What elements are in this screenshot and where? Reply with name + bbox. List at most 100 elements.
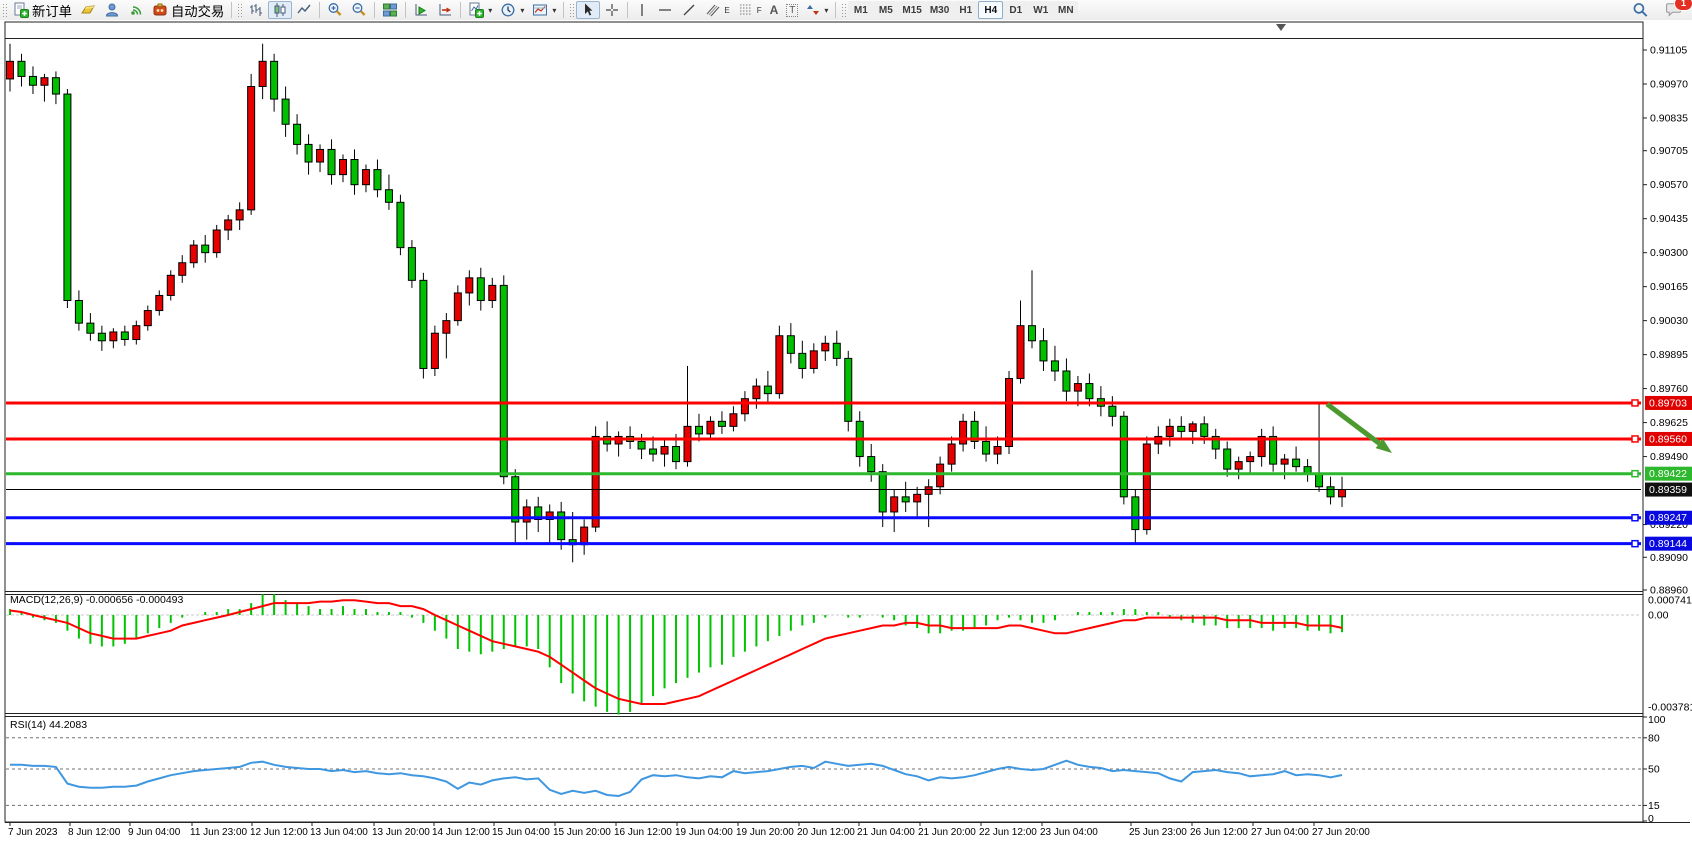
candle (695, 426, 702, 434)
svg-text:12 Jun 12:00: 12 Jun 12:00 (250, 827, 308, 838)
candlestick-chart-button[interactable] (268, 1, 292, 19)
indicators-button[interactable]: ▾ (464, 1, 496, 19)
cursor-tool-button[interactable] (576, 1, 600, 19)
svg-text:0.90705: 0.90705 (1650, 145, 1688, 157)
tab-timeframe-h1[interactable]: H1 (953, 1, 978, 19)
svg-text:0.90300: 0.90300 (1650, 247, 1688, 259)
svg-text:14 Jun 12:00: 14 Jun 12:00 (432, 827, 490, 838)
candle (1132, 497, 1139, 530)
candle (741, 399, 748, 414)
zoom-in-button[interactable] (323, 1, 347, 19)
candle (914, 494, 921, 502)
toolbar-drag-handle[interactable] (841, 3, 846, 17)
candle (1063, 371, 1070, 391)
bar-chart-button[interactable] (244, 1, 268, 19)
candle (810, 351, 817, 369)
svg-text:0.89625: 0.89625 (1650, 417, 1688, 429)
candle (994, 447, 1001, 455)
candle (868, 457, 875, 472)
svg-text:26 Jun 12:00: 26 Jun 12:00 (1190, 827, 1248, 838)
tab-timeframe-m1[interactable]: M1 (848, 1, 873, 19)
candle (1327, 487, 1334, 497)
arrows-tool-button[interactable]: ▾ (802, 1, 832, 19)
candle (638, 441, 645, 449)
price-line-handle[interactable] (1632, 515, 1638, 521)
text-label-tool-icon: T (786, 4, 798, 17)
search-button[interactable] (1628, 1, 1653, 19)
vertical-line-tool-button[interactable] (631, 1, 653, 19)
toolbar-drag-handle[interactable] (2, 3, 7, 17)
candle (397, 202, 404, 247)
candle (833, 343, 840, 358)
candle (1235, 462, 1242, 470)
tile-windows-button[interactable] (378, 1, 402, 19)
new-order-button[interactable]: 新订单 (9, 1, 76, 19)
candle (305, 144, 312, 162)
signals-button[interactable] (124, 1, 148, 19)
svg-text:0.89490: 0.89490 (1650, 451, 1688, 463)
arrows-dropdown-caret[interactable]: ▾ (824, 6, 828, 15)
candle (121, 332, 128, 340)
chart-shift-button[interactable] (433, 1, 457, 19)
community-person-icon (104, 2, 120, 18)
tab-timeframe-m5[interactable]: M5 (873, 1, 898, 19)
tab-timeframe-m30[interactable]: M30 (926, 1, 953, 19)
tab-timeframe-m15[interactable]: M15 (898, 1, 925, 19)
svg-text:15 Jun 20:00: 15 Jun 20:00 (553, 827, 611, 838)
candle (1224, 449, 1231, 469)
svg-text:0.89144: 0.89144 (1649, 538, 1687, 550)
line-chart-button[interactable] (292, 1, 316, 19)
text-label-tool-button[interactable]: T (782, 1, 802, 19)
toolbar-drag-handle[interactable] (569, 3, 574, 17)
crosshair-tool-button[interactable] (600, 1, 624, 19)
tab-timeframe-mn[interactable]: MN (1053, 1, 1078, 19)
svg-text:11 Jun 23:00: 11 Jun 23:00 (190, 827, 248, 838)
price-line-handle[interactable] (1632, 436, 1638, 442)
gold-button[interactable] (76, 1, 100, 19)
cursor-icon (580, 2, 596, 18)
candle (351, 160, 358, 185)
community-button[interactable] (100, 1, 124, 19)
candle (202, 245, 209, 253)
candle (29, 76, 36, 85)
candle (385, 190, 392, 203)
candle (1040, 341, 1047, 361)
svg-text:0.89895: 0.89895 (1650, 349, 1688, 361)
notification-count-badge[interactable]: 1 (1674, 0, 1692, 11)
candle (707, 421, 714, 434)
templates-button[interactable]: ▾ (528, 1, 560, 19)
text-tool-button[interactable]: A (766, 1, 783, 19)
price-line-handle[interactable] (1632, 400, 1638, 406)
candle (1247, 457, 1254, 462)
periods-dropdown-caret[interactable]: ▾ (520, 6, 524, 15)
zoom-out-button[interactable] (347, 1, 371, 19)
fibonacci-tool-button[interactable]: F (734, 1, 766, 19)
periods-button[interactable]: ▾ (496, 1, 528, 19)
price-line-handle[interactable] (1632, 471, 1638, 477)
rsi-axis-label: 15 (1648, 800, 1660, 812)
trendline-tool-button[interactable] (677, 1, 701, 19)
auto-scroll-button[interactable] (409, 1, 433, 19)
svg-text:23 Jun 04:00: 23 Jun 04:00 (1040, 827, 1098, 838)
candle (179, 263, 186, 276)
templates-dropdown-caret[interactable]: ▾ (552, 6, 556, 15)
equidistant-channel-tool-button[interactable]: E (701, 1, 733, 19)
rsi-axis-label: 100 (1648, 714, 1666, 726)
new-order-label: 新订单 (32, 1, 72, 20)
tab-timeframe-w1[interactable]: W1 (1028, 1, 1053, 19)
svg-text:0.90165: 0.90165 (1650, 281, 1688, 293)
tab-timeframe-h4[interactable]: H4 (978, 1, 1003, 19)
chart-canvas[interactable]: 0.911050.909700.908350.907050.905700.904… (0, 20, 1692, 844)
candle (225, 220, 232, 230)
candle (581, 527, 588, 545)
horizontal-line-tool-button[interactable] (653, 1, 677, 19)
toolbar-drag-handle[interactable] (237, 3, 242, 17)
auto-trading-button[interactable]: 自动交易 (148, 1, 228, 19)
tab-timeframe-d1[interactable]: D1 (1003, 1, 1028, 19)
price-line-handle[interactable] (1632, 541, 1638, 547)
candle (661, 447, 668, 455)
candle (650, 449, 657, 454)
svg-text:0.89090: 0.89090 (1650, 552, 1688, 564)
candle (1086, 384, 1093, 399)
indicators-dropdown-caret[interactable]: ▾ (488, 6, 492, 15)
